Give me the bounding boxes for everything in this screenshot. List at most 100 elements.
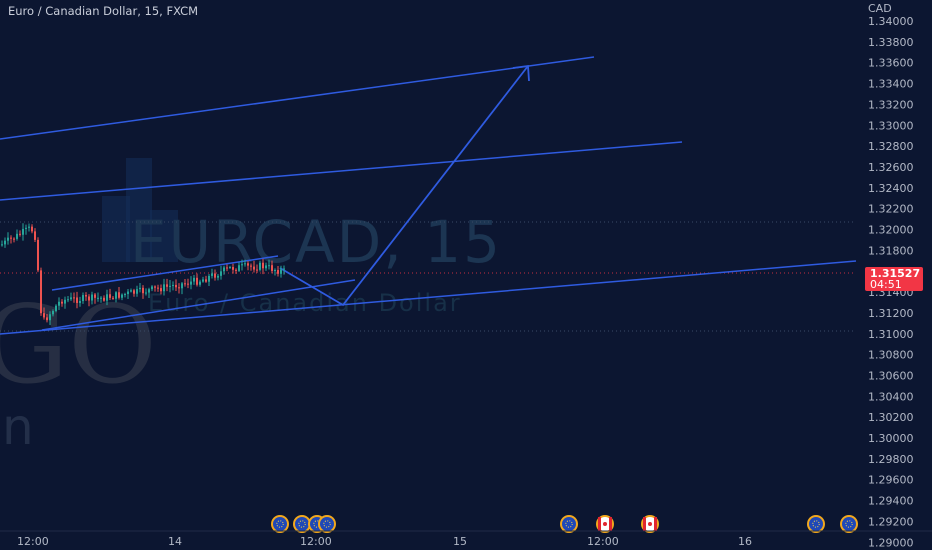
candle-body bbox=[145, 292, 147, 294]
price-tick-label: 1.33000 bbox=[868, 119, 914, 132]
price-tick-label: 1.31200 bbox=[868, 307, 914, 320]
candle-body bbox=[49, 314, 51, 321]
candle-body bbox=[220, 271, 222, 276]
price-axis-currency: CAD bbox=[868, 2, 892, 15]
candle-body bbox=[202, 279, 204, 282]
eu-flag-icon[interactable] bbox=[318, 515, 336, 533]
candle-body bbox=[13, 238, 15, 240]
logo-letters: GO bbox=[0, 283, 157, 408]
candle-body bbox=[259, 262, 261, 270]
candle-body bbox=[25, 227, 27, 229]
candle-body bbox=[16, 233, 18, 239]
candle-body bbox=[244, 263, 246, 265]
candle-body bbox=[139, 287, 141, 290]
candle-body bbox=[226, 267, 228, 269]
candle-body bbox=[52, 311, 54, 315]
price-tick-label: 1.31800 bbox=[868, 244, 914, 257]
candle-body bbox=[166, 284, 168, 287]
candle-body bbox=[181, 283, 183, 289]
canada-flag-icon[interactable] bbox=[641, 515, 659, 533]
logo-sub: n bbox=[2, 398, 34, 456]
candle-body bbox=[112, 297, 114, 299]
candle-body bbox=[235, 269, 237, 271]
price-tick-label: 1.29600 bbox=[868, 474, 914, 487]
candle-body bbox=[22, 228, 24, 235]
economic-events[interactable] bbox=[271, 515, 858, 533]
candle-body bbox=[61, 301, 63, 304]
channel-line-middle[interactable] bbox=[0, 141, 683, 201]
candle-body bbox=[205, 279, 207, 282]
candle-body bbox=[91, 294, 93, 301]
watermark-name: Euro / Canadian Dollar bbox=[148, 289, 462, 317]
candle-body bbox=[196, 277, 198, 285]
candle-body bbox=[229, 267, 231, 269]
candle-body bbox=[133, 290, 135, 294]
time-label: 15 bbox=[453, 535, 467, 548]
candle-body bbox=[163, 284, 165, 292]
eu-flag-icon[interactable] bbox=[560, 515, 578, 533]
candle-body bbox=[40, 270, 42, 314]
price-tick-label: 1.29200 bbox=[868, 515, 914, 528]
candle-body bbox=[187, 283, 189, 285]
candle-body bbox=[175, 284, 177, 288]
price-tick-label: 1.33800 bbox=[868, 36, 914, 49]
price-tick-label: 1.30800 bbox=[868, 349, 914, 362]
candle-body bbox=[157, 287, 159, 289]
eu-flag-icon[interactable] bbox=[807, 515, 825, 533]
price-tick-label: 1.30000 bbox=[868, 432, 914, 445]
candle-body bbox=[262, 262, 264, 269]
candle-body bbox=[79, 301, 81, 303]
chart-container[interactable]: EURCAD, 15 Euro / Canadian Dollar GO n E… bbox=[0, 0, 932, 550]
candle-body bbox=[127, 291, 129, 295]
candle-body bbox=[274, 270, 276, 272]
time-axis[interactable]: 12:00 14 12:00 15 12:00 16 bbox=[0, 530, 932, 548]
watermark-ticker: EURCAD, 15 bbox=[130, 208, 502, 276]
eu-flag-icon[interactable] bbox=[271, 515, 289, 533]
price-tick-label: 1.34000 bbox=[868, 15, 914, 28]
candle-body bbox=[130, 290, 132, 292]
channel-line-upper[interactable] bbox=[0, 56, 595, 140]
candle-body bbox=[190, 281, 192, 285]
candle-body bbox=[34, 231, 36, 240]
candle-body bbox=[214, 273, 216, 278]
candle-body bbox=[193, 277, 195, 282]
candle-body bbox=[124, 294, 126, 296]
price-tick-label: 1.31000 bbox=[868, 328, 914, 341]
price-tick-label: 1.32400 bbox=[868, 182, 914, 195]
candle-body bbox=[31, 226, 33, 232]
candle-body bbox=[121, 294, 123, 298]
eu-flag-icon[interactable] bbox=[840, 515, 858, 533]
candle-body bbox=[43, 313, 45, 318]
candle-body bbox=[106, 294, 108, 301]
symbol-legend[interactable]: Euro / Canadian Dollar, 15, FXCM bbox=[8, 4, 198, 18]
candle-body bbox=[232, 267, 234, 270]
candle-body bbox=[109, 294, 111, 298]
candle-body bbox=[223, 267, 225, 272]
candle-body bbox=[103, 297, 105, 301]
candle-body bbox=[82, 295, 84, 302]
candle-body bbox=[100, 297, 102, 299]
candle-body bbox=[265, 265, 267, 269]
candle-body bbox=[160, 288, 162, 292]
candle-body bbox=[94, 294, 96, 298]
publisher-logo: GO n bbox=[0, 283, 157, 456]
candle-body bbox=[217, 275, 219, 278]
candle-body bbox=[280, 269, 282, 274]
price-tick-label: 1.29000 bbox=[868, 536, 914, 549]
bar-countdown: 04:51 bbox=[870, 278, 902, 291]
price-tick-label: 1.30600 bbox=[868, 369, 914, 382]
candle-body bbox=[1, 244, 3, 246]
candle-body bbox=[172, 284, 174, 286]
candle-body bbox=[277, 270, 279, 274]
candle-body bbox=[55, 305, 57, 312]
price-tick-label: 1.32200 bbox=[868, 203, 914, 216]
canada-flag-icon[interactable] bbox=[596, 515, 614, 533]
candle-body bbox=[253, 266, 255, 270]
candle-body bbox=[76, 297, 78, 303]
candle-body bbox=[118, 292, 120, 298]
time-label: 16 bbox=[738, 535, 752, 548]
candle-body bbox=[46, 317, 48, 321]
candle-body bbox=[199, 281, 201, 285]
candle-body bbox=[142, 287, 144, 294]
price-chart[interactable]: EURCAD, 15 Euro / Canadian Dollar GO n E… bbox=[0, 0, 932, 550]
